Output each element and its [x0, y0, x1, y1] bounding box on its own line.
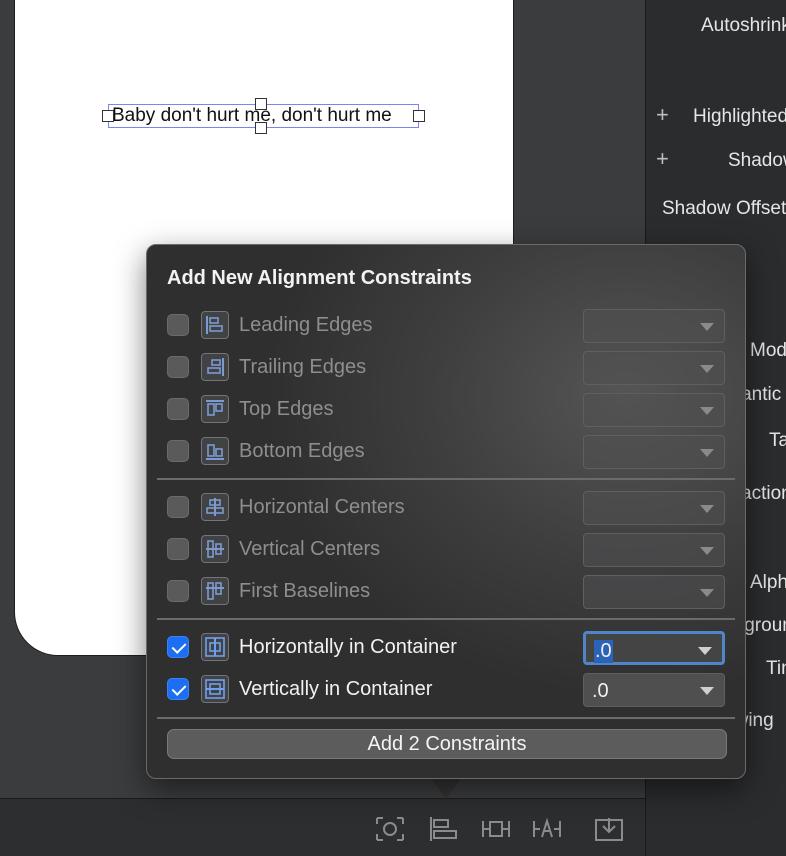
trailing-edges-label: Trailing Edges	[239, 356, 367, 378]
popover-arrow	[430, 777, 462, 799]
trailing-edges-checkbox[interactable]	[167, 356, 189, 378]
top-edges-icon	[201, 395, 229, 423]
first-baselines-dropdown[interactable]	[583, 575, 725, 609]
leading-edges-icon	[201, 311, 229, 339]
vertical-centers-checkbox[interactable]	[167, 538, 189, 560]
horizontal-centers-icon	[201, 493, 229, 521]
horizontal-centers-label: Horizontal Centers	[239, 496, 405, 518]
add-variation-icon[interactable]: +	[656, 146, 669, 172]
vertical-centers-dropdown[interactable]	[583, 533, 725, 567]
first-baselines-icon	[201, 577, 229, 605]
align-icon[interactable]	[428, 816, 458, 842]
divider	[157, 717, 735, 719]
bottom-edges-dropdown[interactable]	[583, 435, 725, 469]
add-new-constraints-icon[interactable]	[481, 816, 511, 842]
top-edges-dropdown[interactable]	[583, 393, 725, 427]
horizontally-in-container-value-field[interactable]: .0	[583, 631, 725, 665]
vertically-in-container-checkbox[interactable]	[167, 678, 189, 700]
leading-edges-dropdown[interactable]	[583, 309, 725, 343]
resize-handle-top[interactable]	[255, 98, 267, 110]
horizontally-in-container-icon	[201, 633, 229, 661]
first-baselines-checkbox[interactable]	[167, 580, 189, 602]
alignment-constraints-popover: Add New Alignment Constraints Leading Ed…	[146, 244, 746, 779]
horizontal-centers-checkbox[interactable]	[167, 496, 189, 518]
horizontally-in-container-row: Horizontally in Container .0	[167, 631, 727, 665]
update-frames-icon[interactable]	[375, 816, 405, 842]
trailing-edges-dropdown[interactable]	[583, 351, 725, 385]
resize-handle-left[interactable]	[102, 110, 114, 122]
offset-value[interactable]: .0	[592, 680, 609, 703]
inspector-autoshrink: Autoshrink	[701, 15, 786, 36]
leading-edges-label: Leading Edges	[239, 314, 373, 336]
divider	[157, 618, 735, 620]
vertically-in-container-label: Vertically in Container	[239, 678, 433, 700]
vertical-centers-icon	[201, 535, 229, 563]
horizontally-in-container-label: Horizontally in Container	[239, 636, 457, 658]
leading-edges-checkbox[interactable]	[167, 314, 189, 336]
divider	[157, 478, 735, 480]
inspector-alpha: Alpha	[750, 572, 786, 593]
bottom-edges-checkbox[interactable]	[167, 440, 189, 462]
trailing-edges-icon	[201, 353, 229, 381]
popover-title: Add New Alignment Constraints	[167, 267, 472, 289]
inspector-shadow: Shadow	[728, 150, 786, 171]
vertically-in-container-icon	[201, 675, 229, 703]
trailing-edges-row: Trailing Edges	[167, 351, 727, 385]
inspector-shadow-offset: Shadow Offset	[662, 198, 786, 219]
horizontal-centers-row: Horizontal Centers	[167, 491, 727, 525]
inspector-tint: Tint	[766, 658, 786, 679]
inspector-highlighted: Highlighted	[693, 106, 786, 127]
vertical-centers-row: Vertical Centers	[167, 533, 727, 567]
leading-edges-row: Leading Edges	[167, 309, 727, 343]
embed-in-icon[interactable]	[594, 816, 624, 842]
add-variation-icon[interactable]: +	[656, 102, 669, 128]
top-edges-row: Top Edges	[167, 393, 727, 427]
add-constraints-button[interactable]: Add 2 Constraints	[167, 729, 727, 759]
resize-handle-right[interactable]	[413, 110, 425, 122]
first-baselines-row: First Baselines	[167, 575, 727, 609]
horizontally-in-container-checkbox[interactable]	[167, 636, 189, 658]
offset-value[interactable]: .0	[594, 640, 613, 663]
inspector-mode: Mode	[750, 340, 786, 361]
bottom-edges-row: Bottom Edges	[167, 435, 727, 469]
vertically-in-container-value-field[interactable]: .0	[583, 673, 725, 707]
resize-handle-bottom[interactable]	[255, 122, 267, 134]
top-edges-checkbox[interactable]	[167, 398, 189, 420]
top-edges-label: Top Edges	[239, 398, 334, 420]
resolve-autolayout-icon[interactable]	[532, 816, 562, 842]
inspector-tag: Tag	[769, 430, 786, 451]
horizontal-centers-dropdown[interactable]	[583, 491, 725, 525]
bottom-edges-label: Bottom Edges	[239, 440, 365, 462]
vertical-centers-label: Vertical Centers	[239, 538, 381, 560]
bottom-edges-icon	[201, 437, 229, 465]
vertically-in-container-row: Vertically in Container .0	[167, 673, 727, 707]
first-baselines-label: First Baselines	[239, 580, 371, 602]
